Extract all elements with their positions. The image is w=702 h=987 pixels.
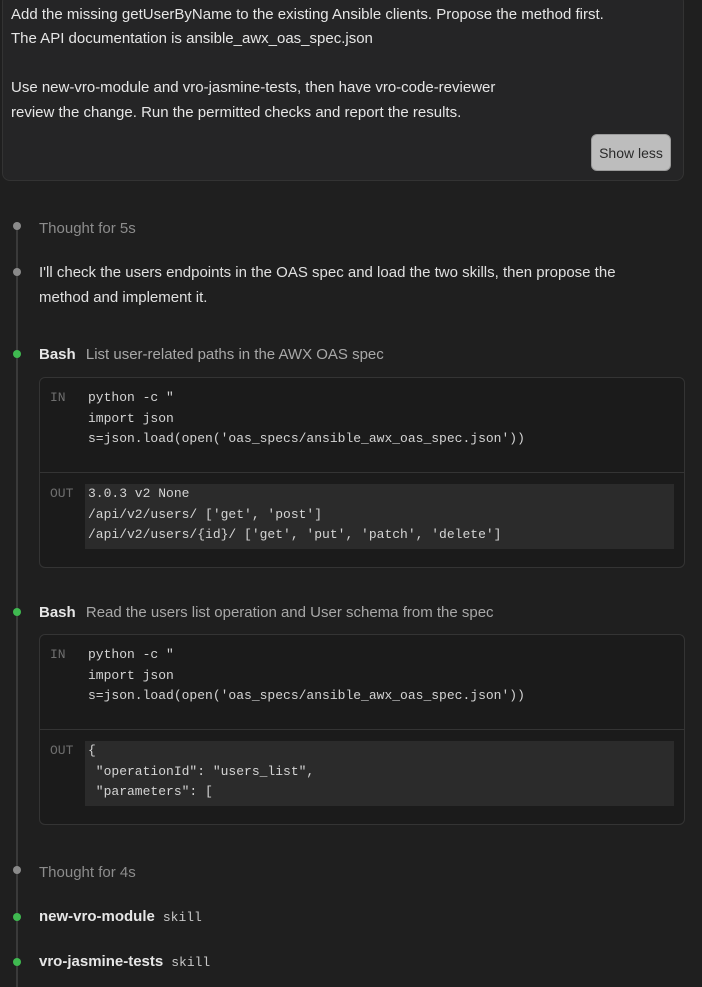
prompt-line: Use new-vro-module and vro-jasmine-tests… [11, 79, 496, 96]
code-line: import json [88, 667, 174, 683]
input-label: IN [50, 647, 66, 662]
output-label: OUT [50, 743, 74, 758]
thought-dot-icon [13, 222, 21, 230]
code-line: "operationId": "users_list", [88, 763, 315, 779]
code-line: s=json.load(open('oas_specs/ansible_awx_… [88, 688, 525, 703]
tool-call-header[interactable]: Bash Read the users list operation and U… [39, 600, 494, 625]
thought-dot-icon [13, 866, 21, 874]
output-code[interactable]: 3.0.3 v2 None /api/v2/users/ ['get', 'po… [88, 484, 501, 546]
tool-description: List user-related paths in the AWX OAS s… [85, 346, 384, 363]
skill-name: vro-jasmine-tests [39, 953, 164, 970]
code-line: python -c " [88, 647, 174, 662]
skill-name: new-vro-module [39, 908, 155, 925]
skill-row[interactable]: new-vro-module skill [39, 904, 202, 930]
tool-io-panel: IN python -c " import json s=json.load(o… [39, 634, 685, 825]
thought-status[interactable]: Thought for 5s [39, 216, 136, 241]
tool-call-header[interactable]: Bash List user-related paths in the AWX … [39, 342, 384, 367]
skill-success-dot-icon [13, 913, 21, 921]
output-label: OUT [50, 486, 74, 501]
code-line: /api/v2/users/ ['get', 'post'] [88, 506, 323, 522]
tool-name: Bash [39, 604, 76, 621]
prompt-line: The API documentation is ansible_awx_oas… [11, 30, 373, 47]
skill-tag: skill [162, 910, 202, 925]
input-label: IN [50, 390, 66, 405]
skill-row[interactable]: vro-jasmine-tests skill [39, 949, 210, 975]
code-line: "parameters": [ [88, 784, 213, 799]
code-line: { [88, 743, 96, 758]
tool-name: Bash [39, 346, 76, 363]
skill-tag: skill [171, 955, 211, 970]
divider [40, 472, 684, 473]
input-code[interactable]: python -c " import json s=json.load(open… [88, 388, 525, 450]
prompt-line: review the change. Run the permitted che… [11, 104, 462, 121]
code-line: 3.0.3 v2 None [88, 486, 190, 501]
divider [40, 729, 684, 730]
tool-success-dot-icon [13, 608, 21, 616]
skill-success-dot-icon [13, 958, 21, 966]
code-line: python -c " [88, 390, 174, 405]
output-code[interactable]: { "operationId": "users_list", "paramete… [88, 741, 314, 803]
code-line: s=json.load(open('oas_specs/ansible_awx_… [88, 431, 525, 446]
code-line: /api/v2/users/{id}/ ['get', 'put', 'patc… [88, 527, 502, 542]
tool-description: Read the users list operation and User s… [85, 604, 494, 621]
thought-status[interactable]: Thought for 4s [39, 860, 136, 885]
tool-io-panel: IN python -c " import json s=json.load(o… [39, 377, 685, 568]
code-line: import json [88, 410, 174, 426]
prompt-card: Add the missing getUserByName to the exi… [2, 0, 684, 181]
input-code[interactable]: python -c " import json s=json.load(open… [88, 645, 525, 707]
tool-success-dot-icon [13, 350, 21, 358]
assistant-message-line: I'll check the users endpoints in the OA… [39, 264, 616, 281]
prompt-line: Add the missing getUserByName to the exi… [11, 6, 604, 23]
show-less-button[interactable]: Show less [591, 134, 671, 171]
message-dot-icon [13, 268, 21, 276]
assistant-message-line: method and implement it. [39, 289, 208, 306]
